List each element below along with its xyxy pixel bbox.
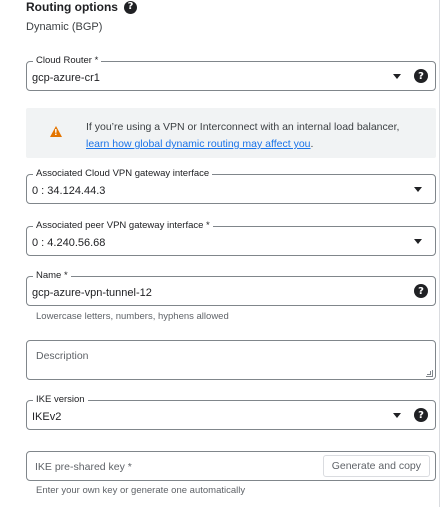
- chevron-down-icon: [414, 239, 422, 244]
- help-icon[interactable]: ?: [414, 69, 428, 83]
- cloud-router-select[interactable]: Cloud Router * gcp-azure-cr1 ?: [26, 55, 436, 91]
- ike-key-hint: Enter your own key or generate one autom…: [36, 485, 246, 496]
- cloud-router-label: Cloud Router *: [33, 55, 102, 67]
- chevron-down-icon: [393, 413, 401, 418]
- description-placeholder: Description: [36, 350, 89, 362]
- ike-version-value: IKEv2: [32, 411, 62, 423]
- cloud-vpn-interface-select[interactable]: Associated Cloud VPN gateway interface 0…: [26, 168, 436, 204]
- peer-vpn-interface-label: Associated peer VPN gateway interface *: [33, 220, 213, 232]
- ike-key-placeholder: IKE pre-shared key *: [35, 461, 132, 473]
- warning-icon: !: [50, 126, 62, 137]
- help-icon[interactable]: ?: [123, 0, 137, 14]
- chevron-down-icon: [393, 74, 401, 79]
- peer-vpn-interface-value: 0 : 4.240.56.68: [32, 237, 106, 249]
- ike-version-label: IKE version: [33, 394, 88, 406]
- generate-and-copy-button[interactable]: Generate and copy: [322, 455, 430, 477]
- description-textarea[interactable]: Description: [26, 340, 436, 380]
- ike-version-select[interactable]: IKE version IKEv2 ?: [26, 394, 436, 430]
- help-icon[interactable]: ?: [414, 284, 428, 298]
- global-routing-link[interactable]: learn how global dynamic routing may aff…: [86, 138, 311, 150]
- routing-options-value: Dynamic (BGP): [26, 21, 103, 33]
- vpn-tunnel-form: Routing options ? Dynamic (BGP) Cloud Ro…: [0, 0, 440, 507]
- warning-banner: ! If you’re using a VPN or Interconnect …: [26, 108, 436, 158]
- warning-text: If you’re using a VPN or Interconnect wi…: [86, 121, 400, 133]
- ike-key-input[interactable]: IKE pre-shared key * Generate and copy: [26, 451, 436, 481]
- name-value: gcp-azure-vpn-tunnel-12: [32, 287, 152, 299]
- help-icon[interactable]: ?: [414, 408, 428, 422]
- routing-options-heading: Routing options ?: [26, 0, 137, 14]
- warning-message: If you’re using a VPN or Interconnect wi…: [86, 119, 399, 153]
- cloud-router-value: gcp-azure-cr1: [32, 72, 100, 84]
- resize-handle-icon[interactable]: [426, 370, 433, 377]
- name-input[interactable]: Name * gcp-azure-vpn-tunnel-12 ?: [26, 270, 436, 306]
- name-label: Name *: [33, 270, 71, 282]
- peer-vpn-interface-select[interactable]: Associated peer VPN gateway interface * …: [26, 220, 436, 256]
- name-hint: Lowercase letters, numbers, hyphens allo…: [36, 311, 229, 322]
- cloud-vpn-interface-label: Associated Cloud VPN gateway interface: [33, 168, 213, 180]
- warning-suffix: .: [310, 138, 314, 150]
- chevron-down-icon: [414, 187, 422, 192]
- routing-options-title: Routing options: [26, 0, 118, 14]
- cloud-vpn-interface-value: 0 : 34.124.44.3: [32, 185, 106, 197]
